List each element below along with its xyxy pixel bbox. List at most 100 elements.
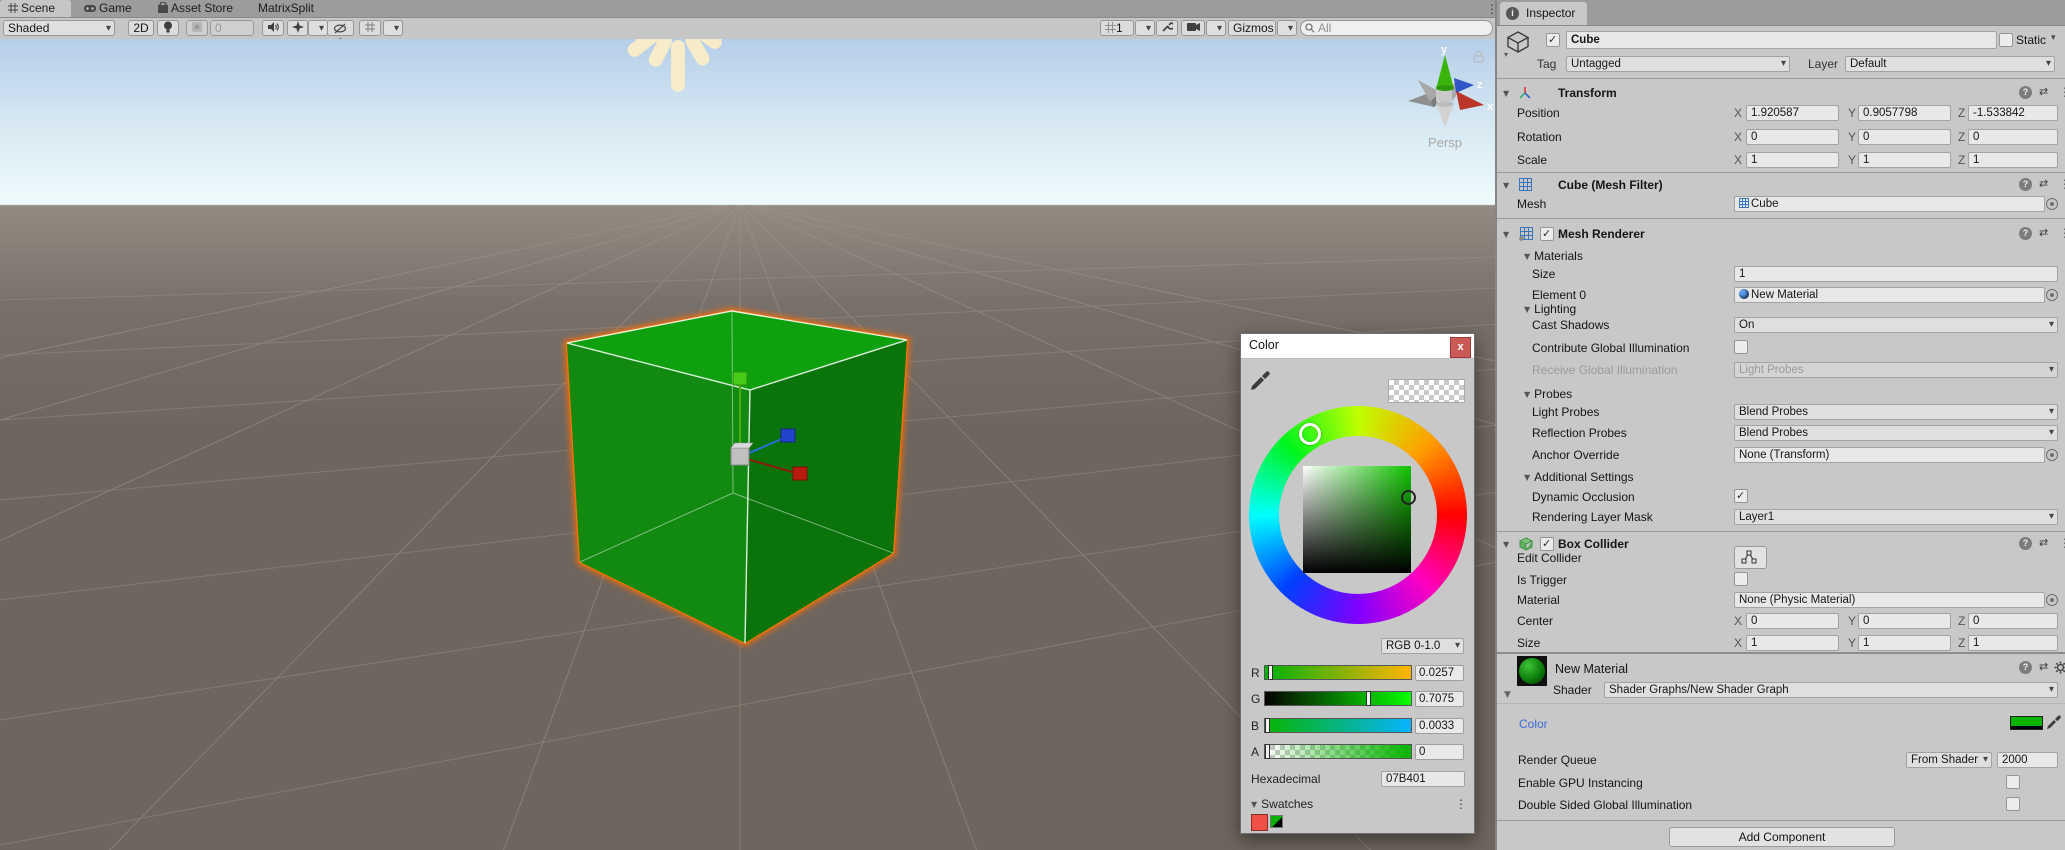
rotation-x-field[interactable]: 0 (1746, 129, 1839, 145)
flare-toggle[interactable] (186, 20, 208, 36)
material-color-swatch[interactable] (2010, 716, 2043, 730)
size-x-field[interactable]: 1 (1746, 635, 1839, 651)
meshfilter-presets-icon[interactable]: ⇄ (2039, 177, 2047, 190)
panel-divider[interactable] (1495, 0, 1497, 850)
static-dropdown[interactable]: ▾ (2051, 33, 2056, 43)
collider-material-field[interactable]: None (Physic Material) (1734, 592, 2045, 608)
center-z-field[interactable]: 0 (1968, 613, 2058, 629)
rotation-z-field[interactable]: 0 (1968, 129, 2058, 145)
tag-dropdown[interactable]: Untagged (1566, 56, 1790, 72)
scale-handle-y[interactable] (733, 372, 747, 385)
material-color-label[interactable]: Color (1519, 716, 1548, 732)
anchor-override-field[interactable]: None (Transform) (1734, 447, 2045, 463)
boxcollider-enabled-checkbox[interactable] (1540, 537, 1554, 551)
scale-z-field[interactable]: 1 (1968, 152, 2058, 168)
color-mode-dropdown[interactable]: RGB 0-1.0 (1381, 638, 1464, 654)
meshfilter-help-icon[interactable]: ? (2019, 178, 2032, 191)
swatch-red[interactable] (1251, 814, 1268, 831)
materials-size-field[interactable]: 1 (1734, 266, 2058, 282)
lighting-foldout[interactable]: Lighting (1524, 301, 1576, 317)
position-y-field[interactable]: 0.9057798 (1858, 105, 1951, 121)
transform-menu-icon[interactable]: ⋮ (2059, 85, 2065, 99)
swatches-foldout[interactable]: Swatches (1251, 797, 1313, 812)
2d-toggle[interactable]: 2D (128, 20, 154, 36)
materials-foldout[interactable]: Materials (1524, 248, 1583, 264)
rendering-layer-dropdown[interactable]: Layer1 (1734, 509, 2058, 525)
element0-picker-icon[interactable] (2046, 289, 2058, 301)
material-gear-icon[interactable] (2054, 661, 2065, 674)
meshrenderer-enabled-checkbox[interactable] (1540, 227, 1554, 241)
render-queue-mode-dropdown[interactable]: From Shader (1906, 752, 1992, 768)
gizmos-button[interactable]: Gizmos (1228, 20, 1276, 36)
scene-search-input[interactable]: All (1300, 20, 1493, 36)
size-y-field[interactable]: 1 (1858, 635, 1951, 651)
tab-asset-store[interactable]: Asset Store (150, 0, 241, 17)
swatches-menu-icon[interactable]: ⋮ (1455, 797, 1467, 811)
cast-shadows-dropdown[interactable]: On (1734, 317, 2058, 333)
scale-handle-center[interactable] (731, 448, 749, 465)
light-probes-dropdown[interactable]: Blend Probes (1734, 404, 2058, 420)
reflection-probes-dropdown[interactable]: Blend Probes (1734, 425, 2058, 441)
material-foldout[interactable]: ▼ (1504, 690, 1511, 700)
rotation-y-field[interactable]: 0 (1858, 129, 1951, 145)
hidden-objects-toggle[interactable]: 0 (327, 20, 354, 36)
scale-x-field[interactable]: 1 (1746, 152, 1839, 168)
scale-handle-x[interactable] (793, 467, 807, 480)
boxcollider-menu-icon[interactable]: ⋮ (2059, 536, 2065, 550)
shader-dropdown[interactable]: Shader Graphs/New Shader Graph (1604, 682, 2058, 698)
double-sided-gi-checkbox[interactable] (2006, 797, 2020, 811)
meshrenderer-foldout[interactable] (1503, 226, 1513, 242)
audio-toggle[interactable] (262, 20, 284, 36)
effects-dropdown[interactable] (308, 20, 328, 36)
hue-indicator[interactable] (1299, 423, 1321, 445)
lighting-toggle[interactable] (157, 20, 179, 36)
boxcollider-foldout[interactable] (1503, 536, 1513, 552)
transform-help-icon[interactable]: ? (2019, 86, 2032, 99)
transform-presets-icon[interactable]: ⇄ (2039, 85, 2047, 98)
gizmos-dropdown[interactable] (1277, 20, 1297, 36)
meshfilter-menu-icon[interactable]: ⋮ (2059, 177, 2065, 191)
mesh-object-field[interactable]: Cube (1734, 196, 2045, 212)
boxcollider-help-icon[interactable]: ? (2019, 537, 2032, 550)
active-checkbox[interactable] (1546, 33, 1560, 47)
meshrenderer-menu-icon[interactable]: ⋮ (2059, 226, 2065, 240)
scale-handle-z[interactable] (781, 429, 795, 442)
meshrenderer-presets-icon[interactable]: ⇄ (2039, 226, 2047, 239)
grid-snap-toggle[interactable] (359, 20, 381, 36)
gameobject-cube-icon[interactable] (1505, 30, 1531, 56)
center-y-field[interactable]: 0 (1858, 613, 1951, 629)
render-queue-field[interactable]: 2000 (1997, 752, 2058, 768)
channel-g-value[interactable]: 0.7075 (1415, 691, 1464, 707)
anchor-picker-icon[interactable] (2046, 449, 2058, 461)
meshrenderer-help-icon[interactable]: ? (2019, 227, 2032, 240)
tab-matrixsplit[interactable]: MatrixSplit (250, 0, 322, 17)
collider-material-picker-icon[interactable] (2046, 594, 2058, 606)
channel-r-value[interactable]: 0.0257 (1415, 665, 1464, 681)
close-button[interactable]: x (1450, 337, 1471, 358)
center-x-field[interactable]: 0 (1746, 613, 1839, 629)
camera-button[interactable] (1181, 20, 1205, 36)
channel-g-slider[interactable] (1264, 691, 1412, 706)
channel-b-value[interactable]: 0.0033 (1415, 718, 1464, 734)
object-name-field[interactable]: Cube (1566, 31, 1997, 49)
color-window-titlebar[interactable]: Color x (1241, 334, 1474, 359)
camera-dropdown[interactable] (1206, 20, 1226, 36)
contribute-gi-checkbox[interactable] (1734, 340, 1748, 354)
element0-object-field[interactable]: New Material (1734, 287, 2045, 303)
add-component-button[interactable]: Add Component (1669, 827, 1895, 847)
eyedropper-icon[interactable] (1249, 370, 1271, 392)
sv-indicator[interactable] (1401, 490, 1416, 505)
channel-a-value[interactable]: 0 (1415, 744, 1464, 760)
saturation-value-box[interactable] (1303, 466, 1411, 573)
perspective-label[interactable]: Persp (1428, 135, 1462, 150)
gpu-instancing-checkbox[interactable] (2006, 775, 2020, 789)
gameobject-icon-dropdown[interactable]: ▾ (1504, 50, 1508, 59)
tab-game[interactable]: Game (76, 0, 140, 17)
effects-toggle[interactable] (287, 20, 308, 36)
is-trigger-checkbox[interactable] (1734, 572, 1748, 586)
channel-a-slider[interactable] (1264, 744, 1412, 759)
additional-settings-foldout[interactable]: Additional Settings (1524, 469, 1634, 485)
position-z-field[interactable]: -1.533842 (1968, 105, 2058, 121)
size-z-field[interactable]: 1 (1968, 635, 2058, 651)
shading-mode-dropdown[interactable]: Shaded (3, 20, 115, 36)
